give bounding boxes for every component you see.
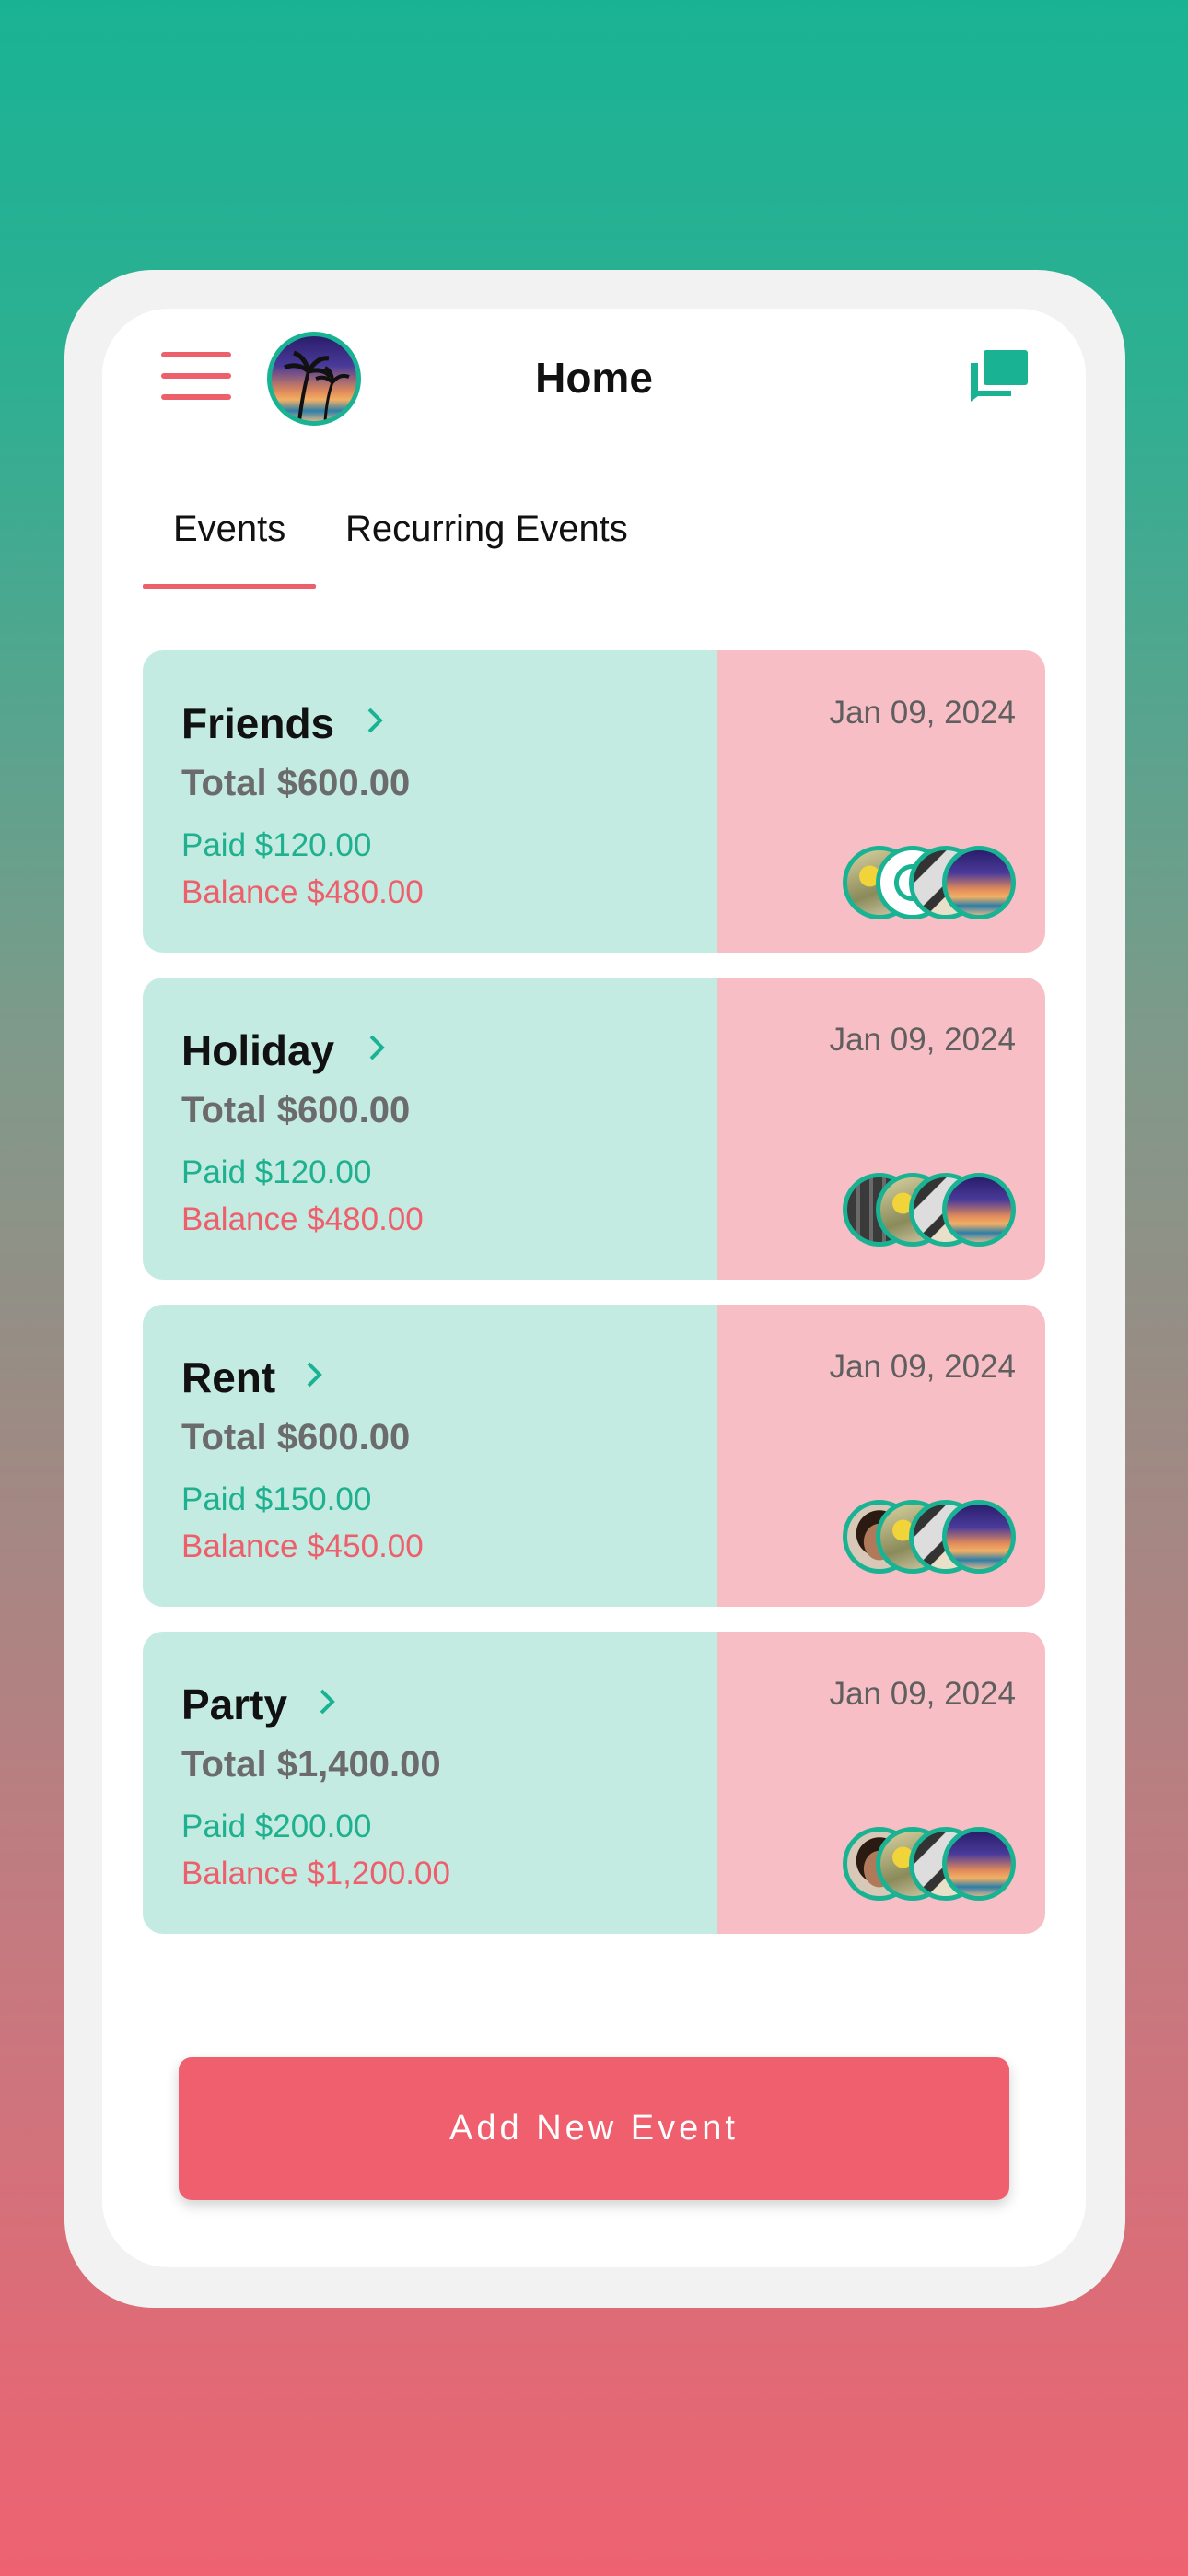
chevron-right-icon[interactable] [312, 1687, 342, 1716]
event-paid: Paid $200.00 [181, 1809, 372, 1844]
event-card-party[interactable]: Party Total $1,400.00 Paid $200.00 Balan… [143, 1632, 1045, 1934]
event-balance: Balance $480.00 [181, 874, 424, 910]
event-name: Holiday [181, 1026, 335, 1074]
participant-avatars [843, 1827, 1018, 1906]
event-date: Jan 09, 2024 [829, 1349, 1016, 1385]
event-card-holiday[interactable]: Holiday Total $600.00 Paid $120.00 Balan… [143, 978, 1045, 1280]
participant-avatar [942, 1173, 1016, 1247]
event-card-rent[interactable]: Rent Total $600.00 Paid $150.00 Balance … [143, 1305, 1045, 1607]
event-name: Rent [181, 1353, 276, 1401]
event-card-friends[interactable]: Friends Total $600.00 Paid $120.00 Balan… [143, 650, 1045, 953]
participant-avatar [942, 1500, 1016, 1574]
participant-avatar [942, 1827, 1016, 1901]
chevron-right-icon[interactable] [362, 1033, 391, 1062]
event-balance: Balance $1,200.00 [181, 1856, 450, 1891]
event-balance: Balance $450.00 [181, 1528, 424, 1564]
event-total: Total $1,400.00 [181, 1744, 441, 1785]
event-name: Party [181, 1680, 288, 1728]
participant-avatars [843, 846, 1018, 925]
active-tab-indicator [143, 584, 316, 589]
add-new-event-button[interactable]: Add New Event [179, 2057, 1009, 2200]
event-paid: Paid $120.00 [181, 827, 372, 863]
event-date: Jan 09, 2024 [829, 1022, 1016, 1058]
event-paid: Paid $120.00 [181, 1154, 372, 1190]
tab-events[interactable]: Events [173, 509, 285, 550]
event-name: Friends [181, 699, 335, 747]
participant-avatars [843, 1173, 1018, 1252]
event-total: Total $600.00 [181, 763, 411, 803]
chevron-right-icon[interactable] [360, 706, 390, 735]
participant-avatar [942, 846, 1016, 919]
event-balance: Balance $480.00 [181, 1201, 424, 1237]
event-total: Total $600.00 [181, 1417, 411, 1458]
event-date: Jan 09, 2024 [829, 695, 1016, 731]
app-screen [102, 309, 1086, 2267]
participant-avatars [843, 1500, 1018, 1579]
event-date: Jan 09, 2024 [829, 1676, 1016, 1712]
chevron-right-icon[interactable] [299, 1360, 329, 1389]
event-total: Total $600.00 [181, 1090, 411, 1130]
tab-recurring-events[interactable]: Recurring Events [345, 509, 628, 550]
event-paid: Paid $150.00 [181, 1481, 372, 1517]
chat-icon[interactable] [971, 350, 1028, 402]
